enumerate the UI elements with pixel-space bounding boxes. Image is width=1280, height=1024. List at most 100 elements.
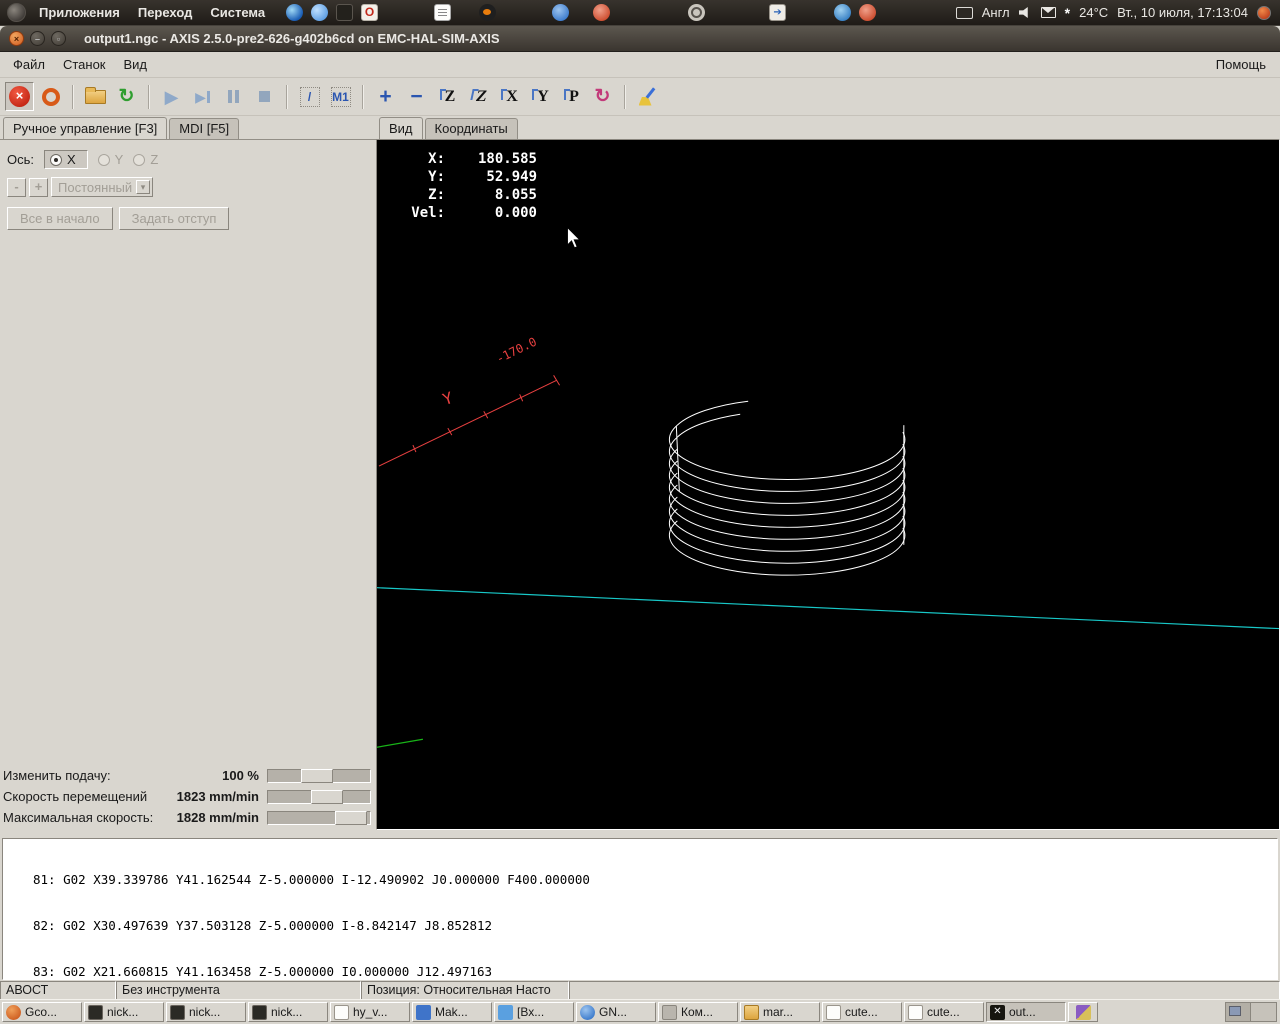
skip-lines-toggle[interactable]: / — [295, 82, 324, 111]
gcode-line[interactable]: 83: G02 X21.660815 Y41.163458 Z-5.000000… — [33, 964, 1277, 979]
temperature[interactable]: 24°C — [1079, 5, 1108, 20]
menu-places[interactable]: Переход — [129, 2, 202, 23]
zoom-out-button[interactable]: − — [402, 82, 431, 111]
keyboard-layout[interactable]: Англ — [982, 5, 1010, 20]
slider-thumb[interactable] — [311, 790, 343, 804]
keyboard-indicator-icon[interactable] — [956, 7, 973, 19]
view-top-button[interactable]: Z — [433, 82, 462, 111]
max-velocity-slider[interactable] — [267, 811, 371, 825]
terminal-icon — [252, 1005, 267, 1020]
menu-applications[interactable]: Приложения — [30, 2, 129, 23]
jog-speed-slider[interactable] — [267, 790, 371, 804]
taskbar-button[interactable]: GN... — [576, 1002, 656, 1022]
thunderbird-icon[interactable] — [834, 4, 851, 21]
window-maximize-button[interactable]: ▫ — [51, 31, 66, 46]
document-editor-icon[interactable] — [434, 4, 451, 21]
tab-mdi[interactable]: MDI [F5] — [169, 118, 239, 139]
terminal-icon[interactable] — [336, 4, 353, 21]
clear-plot-button[interactable] — [633, 82, 662, 111]
home-all-button[interactable]: Все в начало — [7, 207, 113, 230]
tab-dro[interactable]: Координаты — [425, 118, 518, 139]
openoffice-icon[interactable] — [361, 4, 378, 21]
search-icon[interactable] — [688, 4, 705, 21]
app-icon — [498, 1005, 513, 1020]
taskbar-button-active[interactable]: out... — [986, 1002, 1066, 1022]
stop-button[interactable] — [250, 82, 279, 111]
blender-icon[interactable] — [479, 4, 496, 21]
jog-plus-button[interactable]: + — [29, 178, 48, 197]
view-front-button[interactable]: Y — [526, 82, 555, 111]
workspace-2[interactable] — [1251, 1003, 1276, 1021]
clock[interactable]: Вт., 10 июля, 17:13:04 — [1117, 5, 1248, 20]
window-close-button[interactable]: × — [9, 31, 24, 46]
rotate-view-button[interactable]: ↻ — [588, 82, 617, 111]
estop-button[interactable]: × — [5, 82, 34, 111]
jog-increment-dropdown[interactable]: Постоянный ▾ — [51, 177, 153, 197]
window-titlebar[interactable]: × – ▫ output1.ngc - AXIS 2.5.0-pre2-626-… — [0, 26, 1280, 52]
view-top-rotated-icon: Z — [469, 88, 488, 106]
touch-off-button[interactable]: Задать отступ — [119, 207, 230, 230]
taskbar-button[interactable]: cute... — [904, 1002, 984, 1022]
browser-icon[interactable] — [286, 4, 303, 21]
folder-icon — [744, 1005, 759, 1020]
dro-y-row: Y:52.949 — [399, 168, 537, 186]
menu-system[interactable]: Система — [201, 2, 274, 23]
mail-icon[interactable] — [1041, 7, 1056, 18]
taskbar-button[interactable]: cute... — [822, 1002, 902, 1022]
axis-radio-y[interactable]: Y — [98, 152, 124, 167]
menu-help[interactable]: Помощь — [1206, 53, 1276, 76]
step-button[interactable]: ▶ — [188, 82, 217, 111]
feed-override-slider[interactable] — [267, 769, 371, 783]
view-perspective-button[interactable]: P — [557, 82, 586, 111]
gcode-listing[interactable]: 81: G02 X39.339786 Y41.162544 Z-5.000000… — [2, 838, 1278, 980]
optional-stop-toggle[interactable]: M1 — [326, 82, 355, 111]
slider-thumb[interactable] — [335, 811, 367, 825]
tab-manual-control[interactable]: Ручное управление [F3] — [3, 117, 167, 139]
taskbar-button[interactable]: Gco... — [2, 1002, 82, 1022]
taskbar-button[interactable]: nick... — [166, 1002, 246, 1022]
share-icon[interactable] — [769, 4, 786, 21]
taskbar-button[interactable]: nick... — [84, 1002, 164, 1022]
chat-icon[interactable] — [311, 4, 328, 21]
taskbar-label: GN... — [599, 1005, 627, 1019]
taskbar-button[interactable]: nick... — [248, 1002, 328, 1022]
radio-z-icon — [133, 154, 145, 166]
window-minimize-button[interactable]: – — [30, 31, 45, 46]
pause-button[interactable] — [219, 82, 248, 111]
session-menu-icon[interactable] — [1257, 6, 1271, 20]
volume-icon[interactable] — [1019, 7, 1032, 19]
distro-logo-icon[interactable] — [7, 3, 26, 22]
taskbar-button-image-viewer[interactable] — [1068, 1002, 1098, 1022]
run-button[interactable]: ▶ — [157, 82, 186, 111]
menu-file[interactable]: Файл — [4, 53, 54, 76]
taskbar-button[interactable]: mar... — [740, 1002, 820, 1022]
workspace-1[interactable] — [1226, 1003, 1251, 1021]
jog-minus-button[interactable]: - — [7, 178, 26, 197]
preview-canvas[interactable]: -170.0 Y — [376, 139, 1280, 830]
axis-extent-line — [379, 375, 560, 466]
view-top-rotated-button[interactable]: Z — [464, 82, 493, 111]
gcode-line[interactable]: 82: G02 X30.497639 Y37.503128 Z-5.000000… — [33, 918, 1277, 933]
reload-file-button[interactable]: ↻ — [112, 82, 141, 111]
menu-view[interactable]: Вид — [115, 53, 157, 76]
file-icon — [334, 1005, 349, 1020]
opera-icon[interactable] — [859, 4, 876, 21]
tab-preview[interactable]: Вид — [379, 117, 423, 139]
taskbar-button[interactable]: Mak... — [412, 1002, 492, 1022]
slider-thumb[interactable] — [301, 769, 333, 783]
taskbar-button[interactable]: [Вх... — [494, 1002, 574, 1022]
axis-radio-z[interactable]: Z — [133, 152, 158, 167]
axis-window: × – ▫ output1.ngc - AXIS 2.5.0-pre2-626-… — [0, 26, 1280, 999]
taskbar-button[interactable]: Ком... — [658, 1002, 738, 1022]
axis-radio-x[interactable]: X — [44, 150, 88, 169]
open-file-button[interactable] — [81, 82, 110, 111]
taskbar-button[interactable]: hy_v... — [330, 1002, 410, 1022]
view-side-button[interactable]: X — [495, 82, 524, 111]
machine-power-button[interactable] — [36, 82, 65, 111]
menu-machine[interactable]: Станок — [54, 53, 115, 76]
app-swirl-blue-icon[interactable] — [552, 4, 569, 21]
gcode-line[interactable]: 81: G02 X39.339786 Y41.162544 Z-5.000000… — [33, 872, 1277, 887]
table-edge-line — [377, 588, 1279, 629]
app-swirl-red-icon[interactable] — [593, 4, 610, 21]
zoom-in-button[interactable]: + — [371, 82, 400, 111]
